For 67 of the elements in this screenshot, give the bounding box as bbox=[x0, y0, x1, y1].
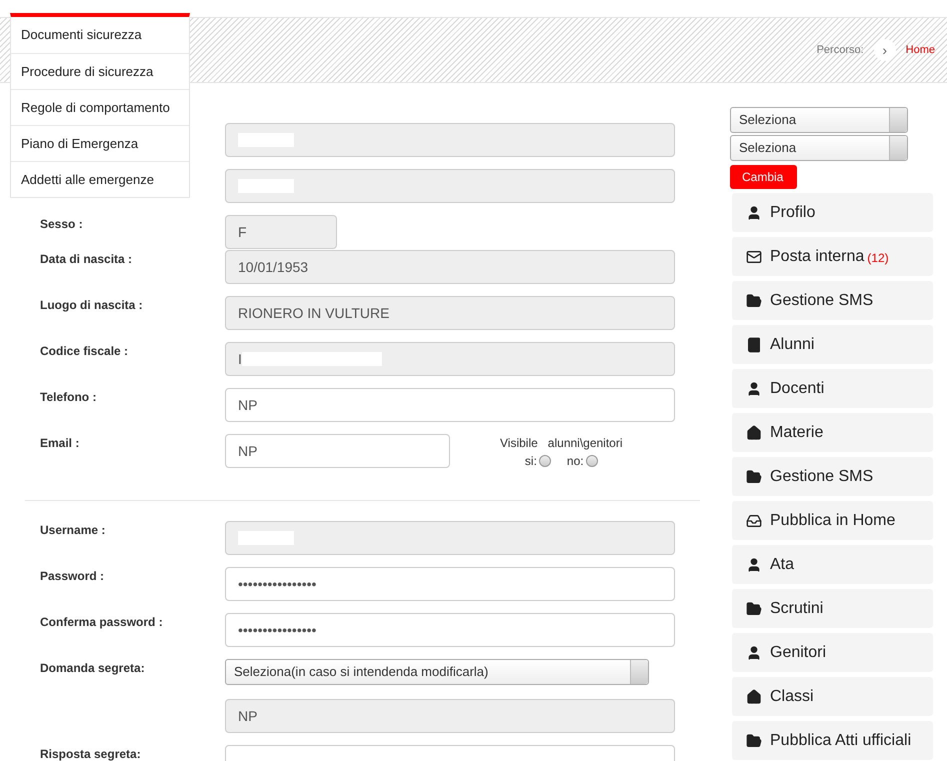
question-select[interactable]: Seleziona(in caso si intendenda modificarla) bbox=[225, 659, 649, 685]
user-icon bbox=[746, 556, 762, 572]
folder-icon bbox=[746, 292, 762, 308]
inbox-icon bbox=[746, 512, 762, 528]
user-icon bbox=[746, 644, 762, 660]
visibility-label: Visibile alunni\genitori bbox=[500, 435, 623, 452]
sidebar-item[interactable]: Scrutini bbox=[732, 589, 933, 628]
menu-item[interactable]: Piano di Emergenza bbox=[11, 125, 189, 161]
input-field[interactable]: RIONERO IN VULTURE bbox=[225, 296, 675, 330]
user-icon bbox=[746, 380, 762, 396]
menu-item[interactable]: Regole di comportamento bbox=[11, 89, 189, 125]
field-label: Username : bbox=[40, 523, 106, 537]
radio-label: si: bbox=[524, 453, 537, 470]
sidebar-item[interactable]: Gestione SMS bbox=[732, 457, 933, 496]
input-field[interactable]: NP bbox=[225, 388, 675, 422]
user-icon bbox=[746, 204, 762, 220]
menu-item[interactable]: Procedure di sicurezza bbox=[11, 53, 189, 89]
sidebar-item[interactable]: Posta interna (12) bbox=[732, 237, 933, 276]
radio-label: no: bbox=[566, 453, 584, 470]
input-field[interactable] bbox=[225, 123, 675, 157]
folder-icon bbox=[746, 468, 762, 484]
input-field[interactable]: NP bbox=[225, 699, 675, 733]
field-label: Sesso : bbox=[40, 217, 83, 231]
input-field[interactable]: 10/01/1953 bbox=[225, 250, 675, 284]
field-label: Domanda segreta: bbox=[40, 661, 145, 675]
sidebar-item[interactable]: Docenti bbox=[732, 369, 933, 408]
menu-item[interactable]: Addetti alle emergenze bbox=[11, 161, 189, 197]
input-field[interactable] bbox=[225, 169, 675, 203]
dropdown-select[interactable]: Seleziona bbox=[730, 135, 908, 161]
folder-icon bbox=[746, 600, 762, 616]
field-label: Luogo di nascita : bbox=[40, 298, 143, 312]
input-field[interactable]: F bbox=[225, 215, 337, 249]
menu-item[interactable]: Documenti sicurezza bbox=[11, 17, 189, 53]
sidebar-item[interactable]: Gestione SMS bbox=[732, 281, 933, 320]
field-label: Email : bbox=[40, 436, 80, 450]
sidebar-item[interactable]: Alunni bbox=[732, 325, 933, 364]
envelope-icon bbox=[746, 248, 762, 264]
input-field[interactable]: I bbox=[225, 342, 675, 376]
book-icon bbox=[746, 336, 762, 352]
home-icon bbox=[746, 424, 762, 440]
sidebar-item[interactable]: Pubblica Atti ufficiali bbox=[732, 721, 933, 760]
breadcrumb-separator: › bbox=[874, 39, 896, 61]
field-label: Telefono : bbox=[40, 390, 96, 404]
field-label: Codice fiscale : bbox=[40, 344, 128, 358]
input-field[interactable]: •••••••••••••••• bbox=[225, 567, 675, 601]
home-icon bbox=[746, 688, 762, 704]
message-count: (12) bbox=[867, 250, 889, 266]
breadcrumb-label: Percorso: bbox=[816, 42, 864, 58]
sidebar-item[interactable]: Materie bbox=[732, 413, 933, 452]
field-label: Data di nascita : bbox=[40, 252, 132, 266]
change-button[interactable]: Cambia bbox=[730, 165, 797, 189]
field-label: Risposta segreta: bbox=[40, 747, 141, 761]
input-field[interactable] bbox=[225, 521, 675, 555]
sidebar-item[interactable]: Genitori bbox=[732, 633, 933, 672]
sidebar-item[interactable]: Classi bbox=[732, 677, 933, 716]
dropdown-select[interactable]: Seleziona bbox=[730, 107, 908, 133]
folder-icon bbox=[746, 732, 762, 748]
field-label: Conferma password : bbox=[40, 615, 163, 629]
sidebar-item[interactable]: Ata bbox=[732, 545, 933, 584]
field-label: Password : bbox=[40, 569, 104, 583]
sidebar-item[interactable]: Pubblica in Home bbox=[732, 501, 933, 540]
sidebar-item[interactable]: Profilo bbox=[732, 193, 933, 232]
radio-button[interactable] bbox=[538, 455, 551, 467]
home-link[interactable]: Home bbox=[906, 42, 935, 58]
input-field[interactable]: •••••••••••••••• bbox=[225, 613, 675, 647]
input-field[interactable]: NP bbox=[225, 434, 450, 468]
radio-button[interactable] bbox=[586, 455, 598, 467]
